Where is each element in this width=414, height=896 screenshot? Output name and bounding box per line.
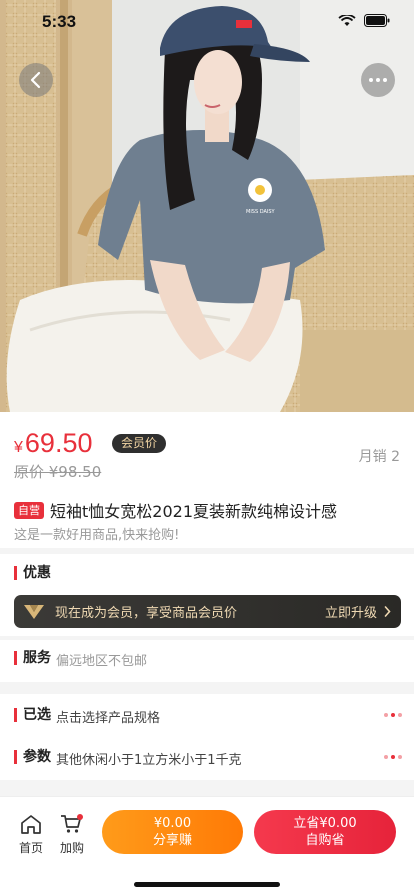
original-price: 原价 ¥98.50 <box>14 463 102 481</box>
more-icon <box>369 78 387 82</box>
product-detail-page: MISS DAISY 5:33 ¥ 69.50 会员价 原价 ¥98.50 月销… <box>0 0 414 896</box>
select-spec-row[interactable]: 点击选择产品规格 <box>56 707 160 726</box>
price-symbol: ¥ <box>14 439 23 456</box>
back-button[interactable] <box>19 63 53 97</box>
selected-label: 已选 <box>14 708 51 722</box>
share-price: ¥0.00 <box>153 816 192 831</box>
vip-logo-icon <box>24 604 44 619</box>
buy-label: 自购省 <box>305 833 345 848</box>
params-row[interactable]: 其他休闲小于1立方米小于1千克 <box>56 749 242 768</box>
product-photo: MISS DAISY <box>0 0 414 412</box>
status-bar: 5:33 <box>0 0 414 46</box>
price-row: ¥ 69.50 <box>14 428 92 459</box>
monthly-sales: 月销 2 <box>358 449 400 465</box>
status-time: 5:33 <box>42 12 77 31</box>
add-to-cart-tab[interactable]: 加购 <box>55 814 89 856</box>
service-value: 偏远地区不包邮 <box>56 654 148 669</box>
buy-save-price: 立省¥0.00 <box>293 816 357 831</box>
cart-icon <box>61 814 83 833</box>
member-price-badge: 会员价 <box>112 434 167 453</box>
upgrade-now-link[interactable]: 立即升级 <box>325 602 391 621</box>
wifi-icon <box>338 14 356 26</box>
params-label: 参数 <box>14 750 51 764</box>
self-operated-badge: 自营 <box>14 501 44 519</box>
shirt-print-text: MISS DAISY <box>246 209 276 215</box>
home-icon <box>21 815 41 834</box>
price: 69.50 <box>24 428 93 458</box>
service-label: 服务 <box>14 651 51 665</box>
battery-icon <box>364 14 390 27</box>
product-title-row: 自营 短袖t恤女宽松2021夏装新款纯棉设计感 <box>14 498 337 522</box>
home-indicator <box>134 882 280 887</box>
home-tab[interactable]: 首页 <box>14 814 48 856</box>
cart-tab-label: 加购 <box>59 841 84 855</box>
more-button[interactable] <box>361 63 395 97</box>
home-tab-label: 首页 <box>18 841 43 855</box>
self-buy-button[interactable]: 立省¥0.00 自购省 <box>254 810 396 854</box>
selected-more-dots[interactable] <box>384 713 402 717</box>
status-icons <box>338 14 390 27</box>
promo-label: 优惠 <box>14 566 51 580</box>
upgrade-now-label: 立即升级 <box>324 606 377 621</box>
chevron-right-icon <box>384 606 391 617</box>
params-more-dots[interactable] <box>384 755 402 759</box>
share-earn-button[interactable]: ¥0.00 分享赚 <box>102 810 243 854</box>
product-subtitle: 这是一款好用商品,快来抢购! <box>14 528 180 543</box>
product-title: 短袖t恤女宽松2021夏装新款纯棉设计感 <box>50 502 337 521</box>
product-image[interactable]: MISS DAISY <box>0 0 414 412</box>
vip-upgrade-banner[interactable]: 现在成为会员，享受商品会员价 立即升级 <box>14 595 401 628</box>
back-icon <box>30 71 41 89</box>
vip-banner-text: 现在成为会员，享受商品会员价 <box>55 606 238 621</box>
share-label: 分享赚 <box>152 833 192 848</box>
